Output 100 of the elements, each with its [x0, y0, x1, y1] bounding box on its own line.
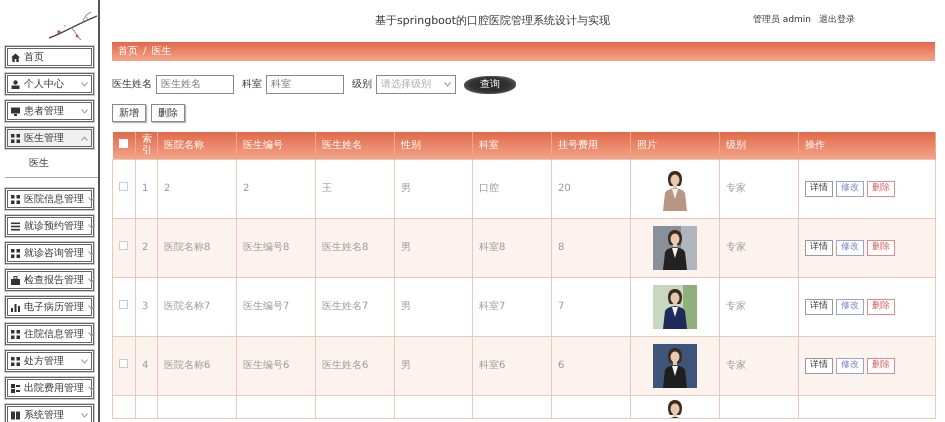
grid-icon [11, 330, 20, 338]
home-icon [11, 52, 20, 62]
column-header: 索引 [136, 132, 158, 159]
table-cell: 医生编号6 [236, 336, 316, 395]
column-header: 科室 [472, 132, 552, 159]
table-cell: 专家 [720, 277, 798, 336]
sidebar-item[interactable]: 个人中心 [5, 73, 94, 95]
edit-button[interactable]: 修改 [836, 180, 864, 197]
column-header: 级别 [720, 132, 798, 159]
monitor-icon [11, 106, 20, 116]
search-button[interactable]: 查询 [464, 76, 516, 94]
column-header: 医生姓名 [316, 132, 394, 159]
column-header: 操作 [798, 132, 936, 159]
table-cell: 2 [136, 218, 158, 277]
user-icon [11, 80, 20, 88]
page-title: 基于springboot的口腔医院管理系统设计与实现 [374, 12, 611, 29]
table-cell: 2 [158, 159, 236, 218]
grid-icon [11, 384, 20, 392]
edit-button[interactable]: 修改 [836, 358, 864, 374]
table-cell: 专家 [720, 159, 798, 218]
edit-button[interactable]: 修改 [836, 298, 864, 315]
sidebar-item[interactable]: 医生管理 [5, 127, 94, 149]
action-button[interactable]: 新增 [112, 104, 146, 122]
table-cell: 医生编号8 [236, 218, 316, 277]
checkbox[interactable] [119, 300, 128, 309]
input-field[interactable]: 科室 [266, 75, 344, 94]
table-cell: 6 [552, 336, 630, 395]
grid-icon [11, 248, 20, 258]
sidebar-item[interactable]: 就诊咨询管理 [5, 242, 94, 264]
table-cell: 男 [394, 159, 472, 218]
briefcase-icon [11, 276, 20, 284]
sidebar-item[interactable]: 处方管理 [5, 350, 94, 372]
detail-button[interactable]: 详情 [805, 180, 833, 197]
table-cell: 1 [136, 159, 158, 218]
submenu-item[interactable]: 医生 [5, 154, 98, 178]
table-cell: 4 [136, 336, 158, 395]
delete-button[interactable]: 删除 [867, 358, 895, 374]
table-cell: 医生姓名8 [316, 218, 394, 277]
detail-button[interactable]: 详情 [805, 298, 833, 315]
grid-icon [11, 194, 20, 204]
table-cell: 科室7 [472, 277, 552, 336]
column-header: 性别 [394, 132, 472, 159]
delete-button[interactable]: 删除 [867, 240, 895, 256]
sidebar-item[interactable]: 系统管理 [5, 404, 94, 422]
grid-icon [11, 356, 20, 366]
chevron-down-icon [444, 82, 451, 87]
column-header: 挂号费用 [552, 132, 630, 159]
sidebar-item[interactable]: 就诊预约管理 [5, 215, 94, 237]
table-cell: 3 [136, 277, 158, 336]
column-header: 医院名称 [158, 132, 236, 159]
detail-button[interactable]: 详情 [805, 240, 833, 256]
delete-button[interactable]: 删除 [867, 180, 895, 197]
table-cell: 医生编号7 [236, 277, 316, 336]
table-cell: 男 [394, 218, 472, 277]
bar-chart-icon [11, 302, 20, 312]
checkbox[interactable] [119, 182, 128, 191]
input-field[interactable]: 医生姓名 [156, 75, 234, 94]
sidebar-item[interactable]: 电子病历管理 [5, 296, 94, 318]
table-cell: 7 [552, 277, 630, 336]
sidebar-item[interactable]: 首页 [5, 46, 94, 68]
logout-link[interactable]: 退出登录 [819, 14, 855, 28]
table-cell: 专家 [720, 218, 798, 277]
delete-button[interactable]: 删除 [867, 298, 895, 315]
sidebar-item[interactable]: 出院费用管理 [5, 377, 94, 399]
table-cell: 口腔 [472, 159, 552, 218]
table-cell: 男 [394, 277, 472, 336]
list-icon [11, 222, 20, 230]
breadcrumb-separator: / [143, 45, 146, 59]
table-cell: 医生姓名7 [316, 277, 394, 336]
table-cell: 医生姓名6 [316, 336, 394, 395]
grid-icon [11, 134, 20, 142]
sidebar-item[interactable]: 医院信息管理 [5, 188, 94, 210]
book-icon [11, 410, 20, 420]
field-label: 级别 [352, 78, 372, 92]
action-button[interactable]: 删除 [151, 104, 185, 122]
field-label: 医生姓名 [112, 78, 152, 92]
sidebar-item[interactable]: 检查报告管理 [5, 269, 94, 291]
checkbox[interactable] [119, 359, 128, 368]
column-header: 医生编号 [236, 132, 316, 159]
branch-drawing [47, 12, 99, 42]
table-cell: 医院名称8 [158, 218, 236, 277]
table-cell: 男 [394, 336, 472, 395]
column-header: 照片 [630, 132, 720, 159]
table-cell: 专家 [720, 336, 798, 395]
sidebar-item[interactable]: 住院信息管理 [5, 323, 94, 345]
field-label: 科室 [242, 78, 262, 92]
table-cell: 科室6 [472, 336, 552, 395]
table-cell: 20 [552, 159, 630, 218]
user-label: 管理员 admin [752, 14, 811, 28]
table-cell: 科室8 [472, 218, 552, 277]
edit-button[interactable]: 修改 [836, 240, 864, 256]
table-cell: 王 [316, 159, 394, 218]
sidebar-item[interactable]: 患者管理 [5, 100, 94, 122]
checkbox[interactable] [119, 241, 128, 250]
table-cell: 2 [236, 159, 316, 218]
table-cell: 医院名称6 [158, 336, 236, 395]
table-cell: 医院名称7 [158, 277, 236, 336]
checkbox[interactable] [118, 139, 128, 148]
table-cell: 8 [552, 218, 630, 277]
detail-button[interactable]: 详情 [805, 358, 833, 374]
